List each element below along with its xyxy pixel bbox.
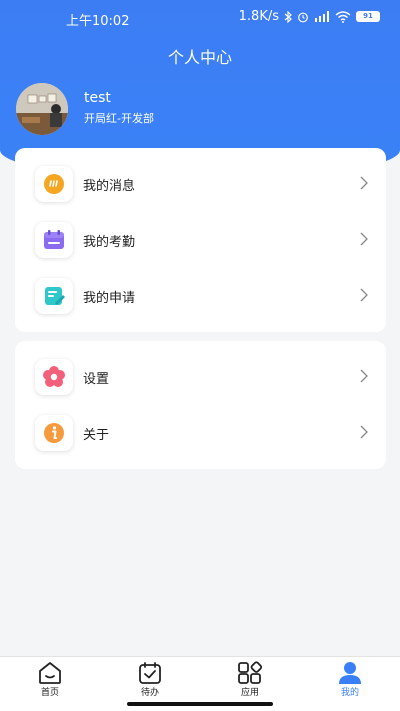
menu-card-primary: 我的消息 我的考勤 我的申请 [15,148,386,332]
battery-icon: 91 [356,11,380,22]
menu-label-messages: 我的消息 [83,179,136,194]
menu-card-secondary: 设置 关于 [15,341,386,469]
alarm-icon [298,12,308,22]
menu-item-attendance[interactable]: 我的考勤 [15,212,386,268]
chevron-right-icon [360,288,368,302]
page-title: 个人中心 [167,48,232,67]
signal-icon [315,11,329,22]
bluetooth-icon [284,10,292,23]
menu-label-about: 关于 [83,428,110,443]
home-indicator [127,702,273,706]
chevron-right-icon [360,176,368,190]
network-speed: 1.8K/s [238,9,279,24]
flower-settings-icon [35,359,73,395]
tab-label-profile: 我的 [340,688,359,698]
wifi-icon [335,10,351,23]
status-time: 上午10:02 [66,14,130,29]
tab-home[interactable]: 首页 [0,657,100,711]
user-icon [339,662,361,684]
message-icon [35,166,73,202]
menu-item-settings[interactable]: 设置 [15,349,386,405]
menu-item-about[interactable]: 关于 [15,405,386,461]
menu-label-settings: 设置 [83,372,110,387]
chevron-right-icon [360,425,368,439]
chevron-right-icon [360,369,368,383]
status-icons: 1.8K/s 91 [239,9,380,24]
tab-label-apps: 应用 [240,688,259,698]
user-name: test [84,90,111,106]
tab-profile[interactable]: 我的 [300,657,400,711]
edit-document-icon [35,278,73,314]
menu-label-applications: 我的申请 [83,291,136,306]
tab-label-home: 首页 [40,688,59,698]
chevron-right-icon [360,232,368,246]
user-department: 开局红-开发部 [84,112,154,125]
calendar-icon [35,222,73,258]
menu-item-applications[interactable]: 我的申请 [15,268,386,324]
home-icon [39,662,61,684]
todo-icon [139,662,161,684]
apps-icon [238,661,263,684]
avatar[interactable] [16,83,68,135]
status-bar: 上午10:02 1.8K/s 91 [0,0,400,36]
info-icon [35,415,73,451]
avatar-image [16,83,68,135]
menu-item-messages[interactable]: 我的消息 [15,156,386,212]
menu-label-attendance: 我的考勤 [83,235,136,250]
tab-label-todo: 待办 [140,688,159,698]
